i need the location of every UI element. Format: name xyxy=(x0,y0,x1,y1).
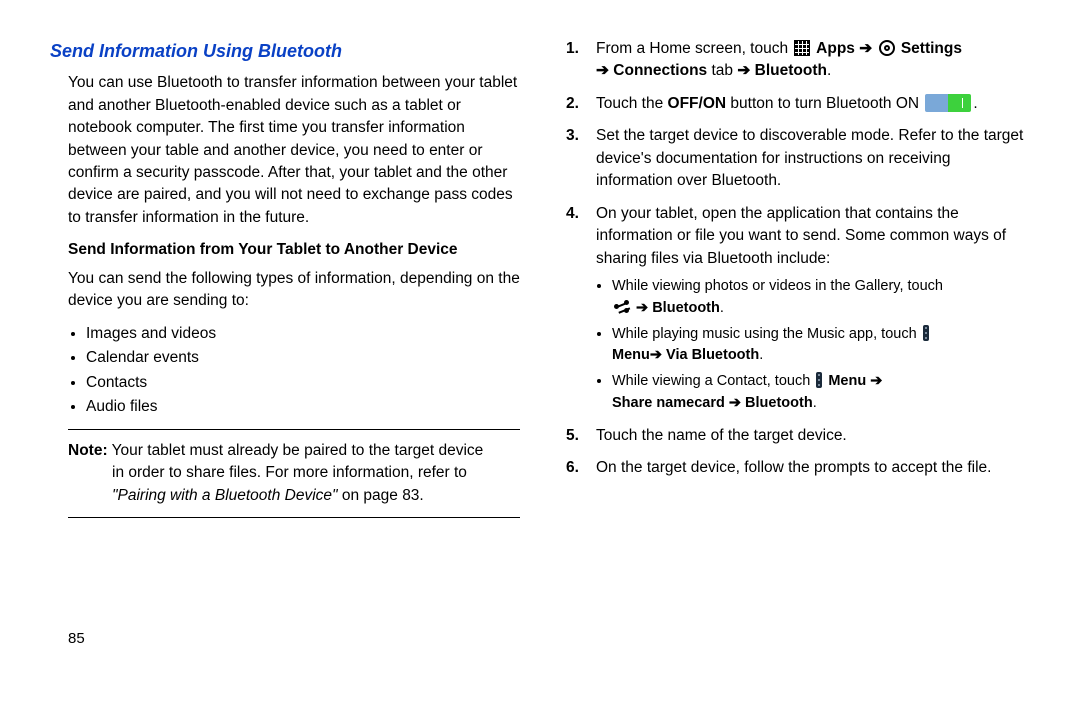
divider xyxy=(68,429,520,430)
note-reference: "Pairing with a Bluetooth Device" on pag… xyxy=(68,485,520,507)
step-5: Touch the name of the target device. xyxy=(566,425,1030,447)
sub-text: While viewing photos or videos in the Ga… xyxy=(612,278,943,294)
list-item: Calendar events xyxy=(86,347,520,369)
settings-label: Settings xyxy=(897,40,962,57)
step-text: Touch the xyxy=(596,95,668,112)
list-item: While viewing photos or videos in the Ga… xyxy=(612,276,1030,320)
share-methods-list: While viewing photos or videos in the Ga… xyxy=(596,276,1030,415)
list-item: Contacts xyxy=(86,372,520,394)
tab-text: tab xyxy=(707,62,737,79)
connections-label: ➔ Connections xyxy=(596,62,707,79)
intro-paragraph: You can use Bluetooth to transfer inform… xyxy=(50,72,520,229)
step-3: Set the target device to discoverable mo… xyxy=(566,125,1030,192)
step-text: On your tablet, open the application tha… xyxy=(596,205,1006,267)
note-ref-page: on page 83. xyxy=(338,487,424,504)
step-6: On the target device, follow the prompts… xyxy=(566,457,1030,479)
info-types-list: Images and videos Calendar events Contac… xyxy=(50,323,520,419)
note-ref-title: "Pairing with a Bluetooth Device" xyxy=(112,487,338,504)
divider xyxy=(68,517,520,518)
apps-label: Apps xyxy=(812,40,854,57)
period: . xyxy=(973,95,977,112)
overflow-menu-icon xyxy=(923,325,929,341)
arrow-icon: ➔ xyxy=(870,373,882,389)
steps-list: From a Home screen, touch Apps ➔ Setting… xyxy=(560,38,1030,480)
period: . xyxy=(720,300,724,316)
menu-label: Menu xyxy=(824,373,870,389)
right-column: From a Home screen, touch Apps ➔ Setting… xyxy=(560,38,1030,700)
list-item: While viewing a Contact, touch Menu ➔ Sh… xyxy=(612,371,1030,415)
note-block: Note: Your tablet must already be paired… xyxy=(50,440,520,507)
list-item: Audio files xyxy=(86,396,520,418)
step-text: button to turn Bluetooth ON xyxy=(726,95,923,112)
send-intro: You can send the following types of info… xyxy=(50,268,520,313)
note-text: Your tablet must already be paired to th… xyxy=(108,442,484,459)
apps-grid-icon xyxy=(794,40,810,56)
arrow-icon: ➔ xyxy=(855,40,877,57)
left-column: Send Information Using Bluetooth You can… xyxy=(50,38,520,700)
share-icon xyxy=(614,299,630,315)
share-namecard-label: Share namecard ➔ Bluetooth xyxy=(612,395,813,411)
list-item: While playing music using the Music app,… xyxy=(612,324,1030,368)
step-4: On your tablet, open the application tha… xyxy=(566,203,1030,415)
period: . xyxy=(827,62,831,79)
settings-gear-icon xyxy=(879,40,895,56)
bluetooth-label: ➔ Bluetooth xyxy=(632,300,720,316)
off-on-label: OFF/ON xyxy=(668,95,727,112)
toggle-on-icon xyxy=(925,94,971,112)
period: . xyxy=(813,395,817,411)
list-item: Images and videos xyxy=(86,323,520,345)
section-title: Send Information Using Bluetooth xyxy=(50,38,520,64)
page-number: 85 xyxy=(50,628,520,650)
step-text: From a Home screen, touch xyxy=(596,40,792,57)
note-label: Note: xyxy=(68,442,108,459)
step-1: From a Home screen, touch Apps ➔ Setting… xyxy=(566,38,1030,83)
manual-page: Send Information Using Bluetooth You can… xyxy=(0,0,1080,720)
sub-text: While viewing a Contact, touch xyxy=(612,373,814,389)
bluetooth-label: ➔ Bluetooth xyxy=(737,62,827,79)
note-text: in order to share files. For more inform… xyxy=(68,462,520,484)
subsection-heading: Send Information from Your Tablet to Ano… xyxy=(50,239,520,261)
period: . xyxy=(759,347,763,363)
step-2: Touch the OFF/ON button to turn Bluetoot… xyxy=(566,93,1030,115)
menu-via-bluetooth-label: Menu➔ Via Bluetooth xyxy=(612,347,759,363)
sub-text: While playing music using the Music app,… xyxy=(612,326,921,342)
overflow-menu-icon xyxy=(816,372,822,388)
